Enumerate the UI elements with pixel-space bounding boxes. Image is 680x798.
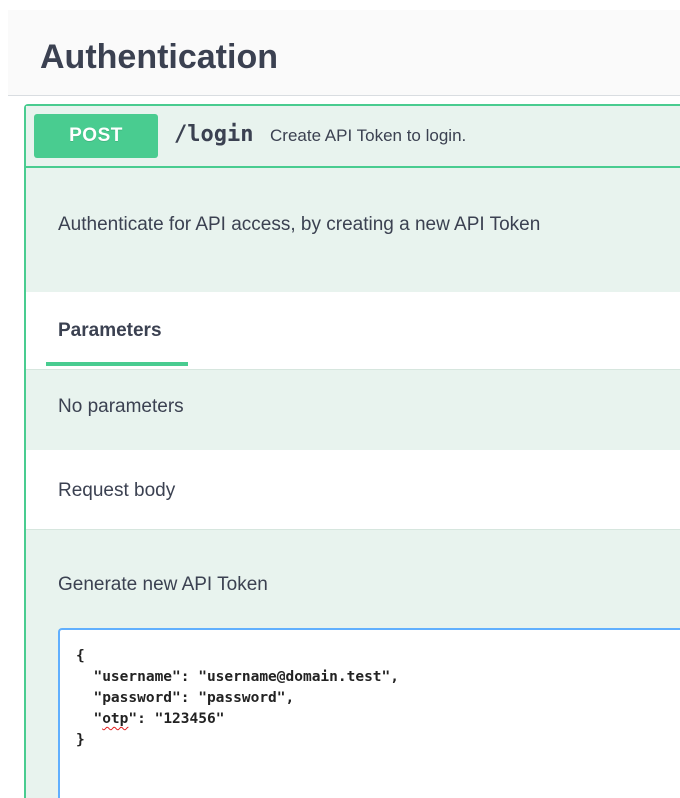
code-otp-indent: " (76, 711, 103, 727)
no-parameters-text: No parameters (58, 396, 184, 417)
method-badge: POST (34, 114, 158, 158)
code-line-username: "username": "username@domain.test", (76, 669, 400, 685)
parameters-header: Parameters (26, 292, 680, 370)
tab-parameters-label: Parameters (58, 320, 162, 341)
code-line-password: "password": "password", (76, 690, 295, 706)
request-body-label: Request body (58, 480, 176, 501)
tag-section-header[interactable]: Authentication (8, 10, 680, 96)
left-gutter (0, 0, 8, 798)
operation-summary-text: Create API Token to login. (270, 126, 467, 145)
request-body-header: Request body (26, 450, 680, 530)
request-body-description: Generate new API Token (58, 574, 268, 595)
tab-parameters[interactable]: Parameters (46, 292, 188, 366)
request-body-editor[interactable]: { "username": "username@domain.test", "p… (58, 628, 680, 798)
operation-path: /login (174, 122, 254, 147)
swagger-page: Authentication POST /login Create API To… (0, 0, 680, 798)
code-line-otp: "otp": "123456" (76, 709, 399, 730)
code-line-close: } (76, 732, 85, 748)
operation-block: POST /login Create API Token to login. A… (24, 104, 680, 798)
section-title: Authentication (40, 38, 278, 76)
code-line-open: { (76, 648, 85, 664)
operation-description: Authenticate for API access, by creating… (58, 214, 541, 235)
spellcheck-otp-key: otp (102, 711, 129, 727)
request-body-code: { "username": "username@domain.test", "p… (76, 646, 399, 751)
code-otp-rest: ": "123456" (128, 711, 225, 727)
operation-summary[interactable]: POST /login Create API Token to login. (26, 106, 680, 168)
